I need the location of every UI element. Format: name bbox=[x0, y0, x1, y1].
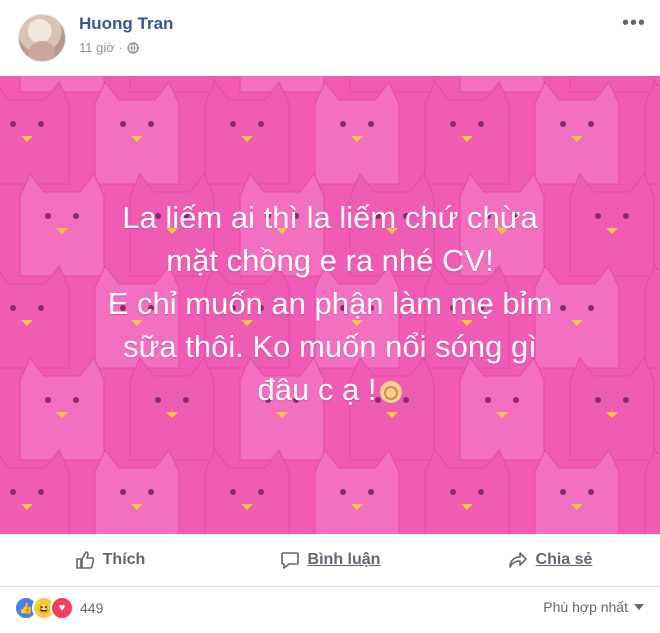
post-meta: 11 giờ · bbox=[79, 40, 139, 55]
cat-shape bbox=[534, 81, 620, 185]
share-icon bbox=[508, 552, 527, 568]
post-background: La liếm ai thì la liếm chứ chừa mặt chồn… bbox=[0, 76, 660, 534]
cat-shape bbox=[644, 81, 660, 185]
cat-eye bbox=[588, 121, 594, 127]
cat-eye bbox=[148, 121, 154, 127]
cat-eye bbox=[450, 489, 456, 495]
cat-shape bbox=[0, 81, 70, 185]
cat-eye bbox=[258, 121, 264, 127]
cat-eye bbox=[340, 121, 346, 127]
cat-eye bbox=[478, 489, 484, 495]
cat-eye bbox=[560, 489, 566, 495]
cat-shape bbox=[314, 449, 400, 534]
cat-shape bbox=[644, 449, 660, 534]
cat-shape bbox=[94, 449, 180, 534]
share-button[interactable]: Chia sẻ bbox=[440, 550, 660, 570]
cat-eye bbox=[120, 489, 126, 495]
thumbs-up-icon bbox=[75, 551, 94, 569]
post-line: La liếm ai thì la liếm chứ chừa bbox=[122, 200, 538, 235]
caret-down-icon bbox=[634, 604, 644, 610]
cat-shape bbox=[424, 81, 510, 185]
more-options-icon[interactable]: ••• bbox=[622, 12, 646, 35]
comment-label: Bình luận bbox=[307, 551, 381, 568]
cat-eye bbox=[148, 489, 154, 495]
post-text: La liếm ai thì la liếm chứ chừa mặt chồn… bbox=[30, 196, 630, 411]
like-label: Thích bbox=[102, 551, 146, 568]
cat-eye bbox=[230, 489, 236, 495]
sort-label: Phù hợp nhất bbox=[543, 599, 628, 615]
cat-shape bbox=[644, 265, 660, 369]
post-card: Huong Tran 11 giờ · ••• La liếm ai thì l… bbox=[0, 0, 660, 633]
dot-separator: · bbox=[118, 40, 124, 55]
cat-eye bbox=[340, 489, 346, 495]
post-header: Huong Tran 11 giờ · ••• bbox=[0, 0, 660, 76]
cat-eye bbox=[258, 489, 264, 495]
globe-icon[interactable] bbox=[127, 41, 139, 54]
avatar[interactable] bbox=[18, 14, 66, 62]
comment-sort-dropdown[interactable]: Phù hợp nhất bbox=[543, 599, 644, 615]
post-time[interactable]: 11 giờ bbox=[79, 40, 115, 55]
ok-hand-icon bbox=[380, 380, 403, 403]
cat-eye bbox=[478, 121, 484, 127]
cat-eye bbox=[10, 305, 16, 311]
post-line-text: đâu c ạ ! bbox=[257, 372, 377, 407]
author-name[interactable]: Huong Tran bbox=[79, 14, 173, 34]
cat-eye bbox=[10, 489, 16, 495]
cat-eye bbox=[120, 121, 126, 127]
comment-button[interactable]: Bình luận bbox=[220, 550, 440, 570]
cat-eye bbox=[38, 121, 44, 127]
post-line-last: đâu c ạ ! bbox=[30, 368, 630, 411]
cat-eye bbox=[38, 489, 44, 495]
cat-eye bbox=[560, 121, 566, 127]
cat-shape bbox=[204, 449, 290, 534]
post-line: E chỉ muốn an phận làm mẹ bỉm bbox=[107, 286, 553, 321]
cat-eye bbox=[588, 489, 594, 495]
cat-shape bbox=[204, 81, 290, 185]
cat-eye bbox=[10, 121, 16, 127]
like-button[interactable]: Thích bbox=[0, 550, 220, 570]
cat-eye bbox=[368, 121, 374, 127]
cat-eye bbox=[450, 121, 456, 127]
cat-eye bbox=[230, 121, 236, 127]
cat-eye bbox=[368, 489, 374, 495]
post-line: mặt chồng e ra nhé CV! bbox=[166, 243, 494, 278]
love-reaction-icon: ♥ bbox=[50, 596, 74, 620]
share-label: Chia sẻ bbox=[535, 551, 593, 568]
reaction-summary[interactable]: 👍 😆 ♥ 449 bbox=[14, 596, 103, 620]
action-bar: Thích Bình luận Chia sẻ bbox=[0, 534, 660, 587]
cat-shape bbox=[534, 449, 620, 534]
cat-shape bbox=[424, 449, 510, 534]
reaction-count: 449 bbox=[80, 600, 104, 616]
cat-shape bbox=[94, 81, 180, 185]
cat-shape bbox=[314, 81, 400, 185]
comment-icon bbox=[280, 552, 299, 569]
post-line: sữa thôi. Ko muốn nổi sóng gì bbox=[123, 329, 537, 364]
